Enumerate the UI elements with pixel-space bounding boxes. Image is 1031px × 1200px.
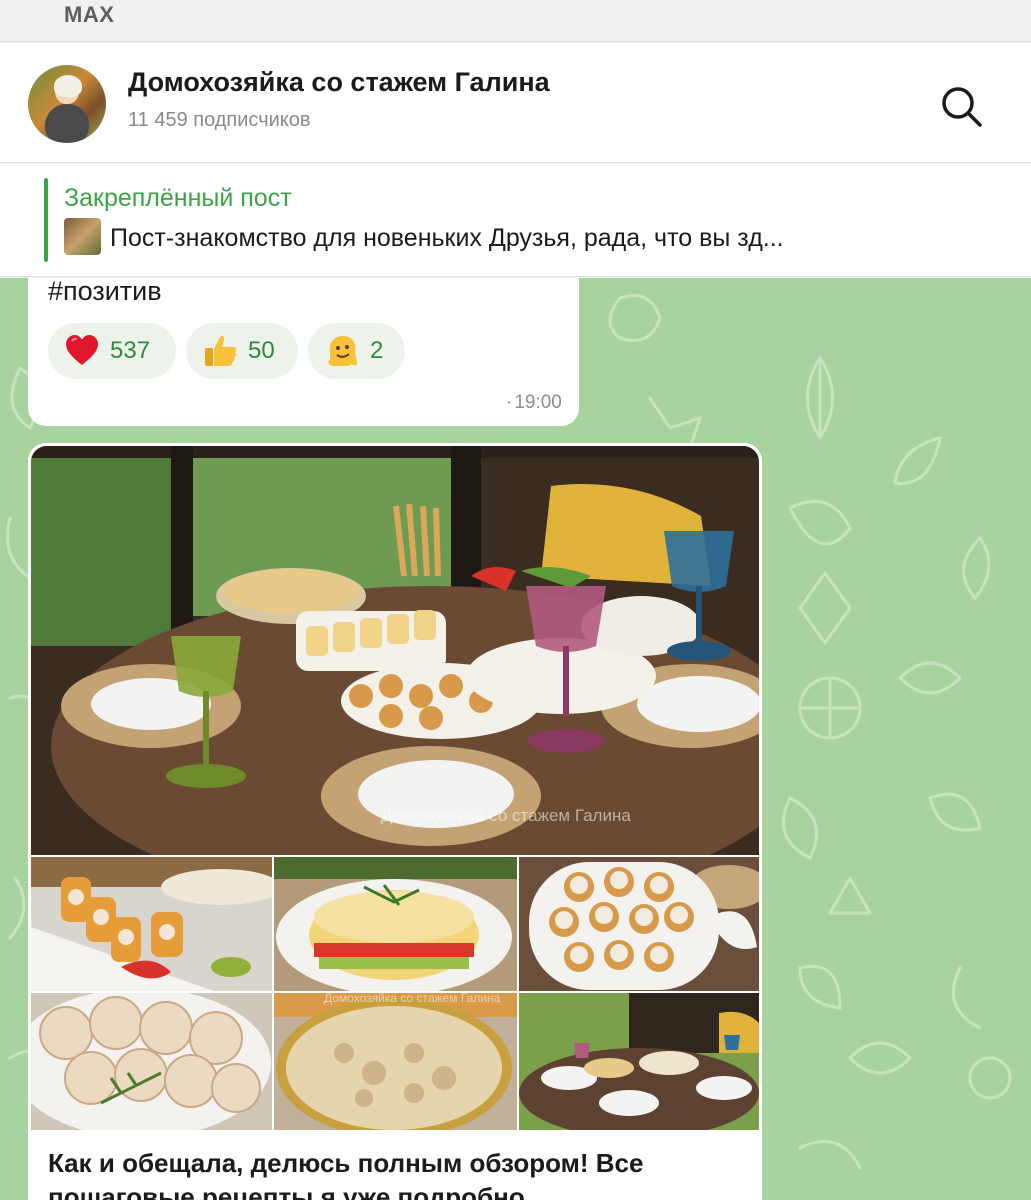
album-photo-sushi[interactable] [31,857,272,991]
post-caption: Как и обещала, делюсь полным обзором! Вс… [48,1148,644,1200]
meat-roll-image [31,993,272,1130]
thumbs-up-icon [205,336,237,366]
pinned-label: Закреплённый пост [64,184,292,212]
channel-header[interactable]: Домохозяйка со стажем Галина 11 459 подп… [0,43,1031,163]
aspic-image [274,993,517,1130]
reaction-heart[interactable]: 537 [48,323,176,379]
pinned-post[interactable]: Закреплённый пост Пост-знакомство для но… [0,164,1031,277]
hashtag-link[interactable]: #позитив [48,278,162,307]
melting-face-icon [328,336,357,366]
pinned-accent-bar [44,178,48,262]
app-name: MAX [64,2,115,27]
sushi-image [31,857,272,991]
reaction-melting-face[interactable]: 2 [308,323,405,379]
reaction-thumbs-up[interactable]: 50 [186,323,298,379]
image-watermark: Домохозяйка со стажем Галина [381,806,631,825]
album-photo-salad[interactable] [274,857,517,991]
message-time: · 19:00 [506,392,562,413]
chat-area[interactable]: #позитив 537 50 2 · 19:00 Домохозяйка со… [0,278,1031,1200]
search-icon [942,87,982,127]
message-bubble-previous[interactable]: #позитив 537 50 2 · 19:00 [28,278,579,426]
pinned-text[interactable]: Пост-знакомство для новеньких Друзья, ра… [110,224,784,253]
image-watermark: Домохозяйка со стажем Галина [324,993,501,1005]
channel-avatar[interactable] [28,65,106,143]
album-photo-tartlets[interactable] [519,857,759,991]
search-button[interactable] [936,81,986,131]
album-photo-table-overview[interactable] [519,993,759,1130]
reaction-count: 2 [370,337,384,364]
table-setting-image [31,446,759,855]
subscriber-count: 11 459 подписчиков [128,109,311,131]
app-title-bar: MAX [0,0,1031,42]
pinned-thumbnail [64,218,101,255]
album-photo-roll[interactable] [31,993,272,1130]
reaction-count: 50 [248,337,275,364]
tartlets-image [519,857,759,991]
album-photo-aspic[interactable]: Домохозяйка со стажем Галина [274,993,517,1130]
reaction-count: 537 [110,337,151,364]
heart-icon [66,335,98,365]
table-overview-image [519,993,759,1130]
channel-title[interactable]: Домохозяйка со стажем Галина [128,67,550,98]
album-photo-main[interactable]: Домохозяйка со стажем Галина [31,446,759,855]
message-bubble-post[interactable]: Домохозяйка со стажем Галина Домохозяйка… [28,443,762,1200]
salad-image [274,857,517,991]
